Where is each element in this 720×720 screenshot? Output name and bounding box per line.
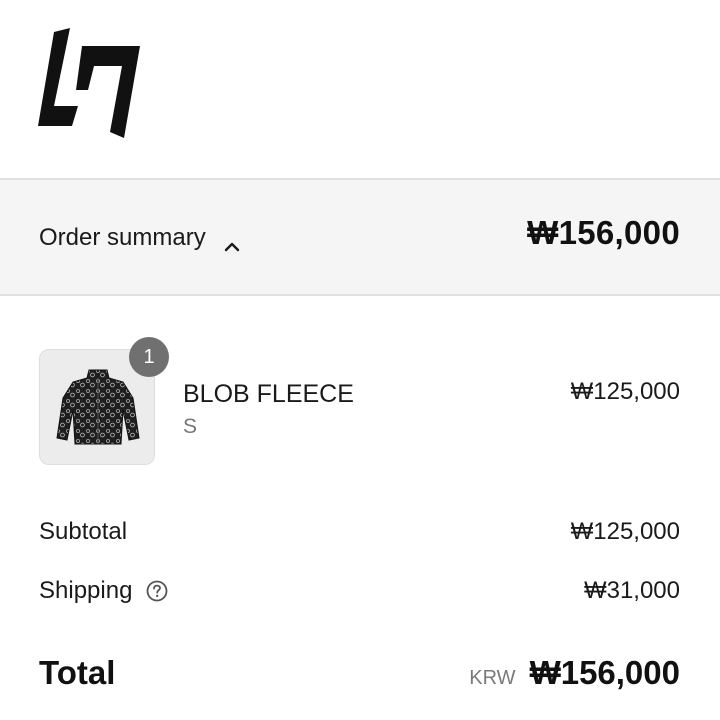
- total-amount: KRW ₩156,000: [469, 654, 680, 692]
- header: [0, 0, 720, 178]
- quantity-badge: 1: [129, 337, 169, 377]
- chevron-up-icon: [224, 232, 240, 252]
- order-summary-toggle[interactable]: Order summary: [39, 224, 240, 252]
- total-value: ₩156,000: [529, 654, 680, 691]
- order-summary-bar[interactable]: Order summary ₩156,000: [0, 178, 720, 296]
- currency-code: KRW: [469, 667, 516, 689]
- subtotal-value: ₩125,000: [570, 518, 680, 545]
- subtotal-label: Subtotal: [39, 518, 128, 545]
- brand-logo-icon[interactable]: [36, 28, 142, 140]
- product-variant: S: [183, 415, 198, 438]
- shipping-value: ₩31,000: [583, 577, 680, 604]
- product-price: ₩125,000: [570, 378, 680, 405]
- product-name: BLOB FLEECE: [183, 380, 354, 408]
- product-thumbnail-wrap: 1: [39, 337, 169, 465]
- line-item: 1 BLOB FLEECE S ₩125,000: [0, 296, 720, 486]
- checkout-page: Order summary ₩156,000 1 BLOB FLEECE S ₩…: [0, 0, 720, 720]
- order-summary-label: Order summary: [39, 224, 206, 251]
- summary-total-price: ₩156,000: [527, 214, 680, 251]
- shipping-label: Shipping: [39, 577, 133, 604]
- total-label: Total: [39, 654, 116, 691]
- question-circle-icon[interactable]: [146, 580, 168, 602]
- shipping-row-label: Shipping: [39, 577, 168, 605]
